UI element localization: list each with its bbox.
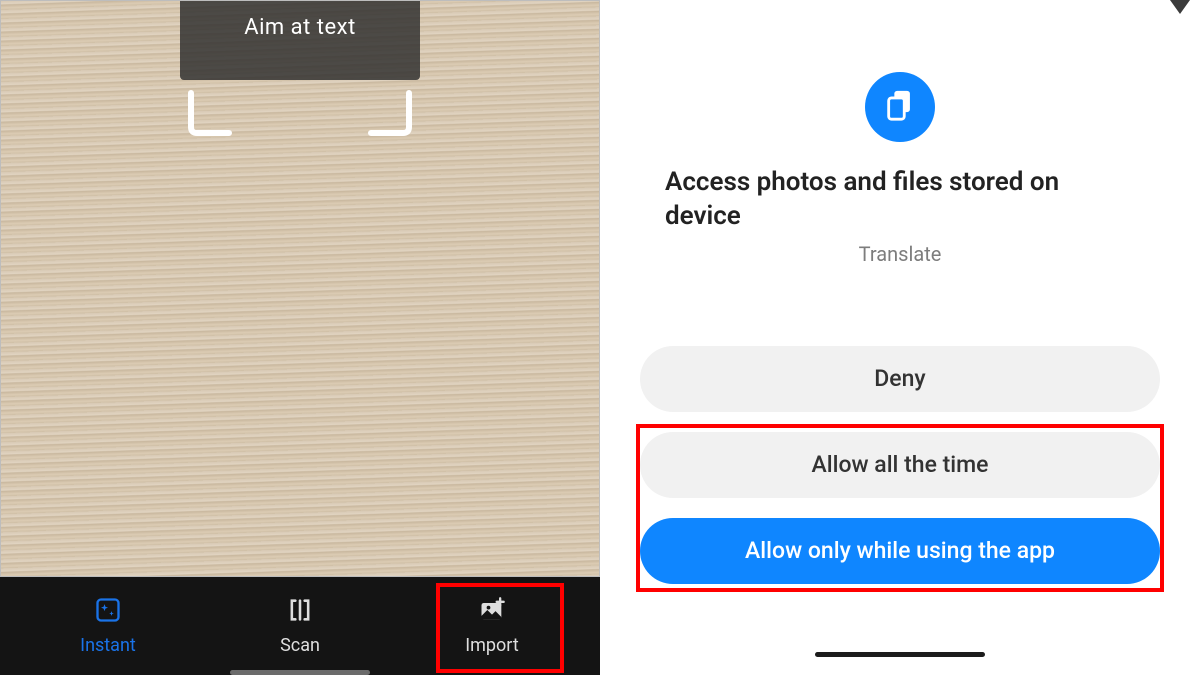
aim-banner: Aim at text <box>180 1 420 80</box>
gesture-bar[interactable] <box>230 670 370 675</box>
nav-instant[interactable]: Instant <box>12 583 204 669</box>
sparkle-icon <box>94 596 122 629</box>
scan-bracket-icon <box>286 596 314 629</box>
annotation-highlight-import <box>436 583 564 673</box>
permission-subtitle: Translate <box>859 242 942 266</box>
nav-label: Instant <box>80 635 136 656</box>
camera-viewport: Aim at text <box>0 0 600 577</box>
scan-app-panel: Aim at text Instant <box>0 0 600 675</box>
copy-document-icon <box>883 88 917 126</box>
permission-buttons-group: Deny Allow all the time Allow only while… <box>640 346 1160 584</box>
nav-label: Scan <box>280 635 320 656</box>
nav-scan[interactable]: Scan <box>204 583 396 669</box>
annotation-highlight-allow <box>636 424 1164 592</box>
app-icon <box>865 72 935 142</box>
aim-banner-text: Aim at text <box>244 15 356 40</box>
bottom-nav: Instant Scan Import <box>0 577 600 675</box>
viewfinder-corners-icon <box>183 89 417 139</box>
gesture-bar[interactable] <box>815 652 985 657</box>
button-label: Deny <box>874 365 925 392</box>
status-notch-icon <box>1170 0 1190 14</box>
deny-button[interactable]: Deny <box>640 346 1160 412</box>
permission-dialog-panel: Access photos and files stored on device… <box>600 0 1200 675</box>
permission-title: Access photos and files stored on device <box>665 166 1135 234</box>
